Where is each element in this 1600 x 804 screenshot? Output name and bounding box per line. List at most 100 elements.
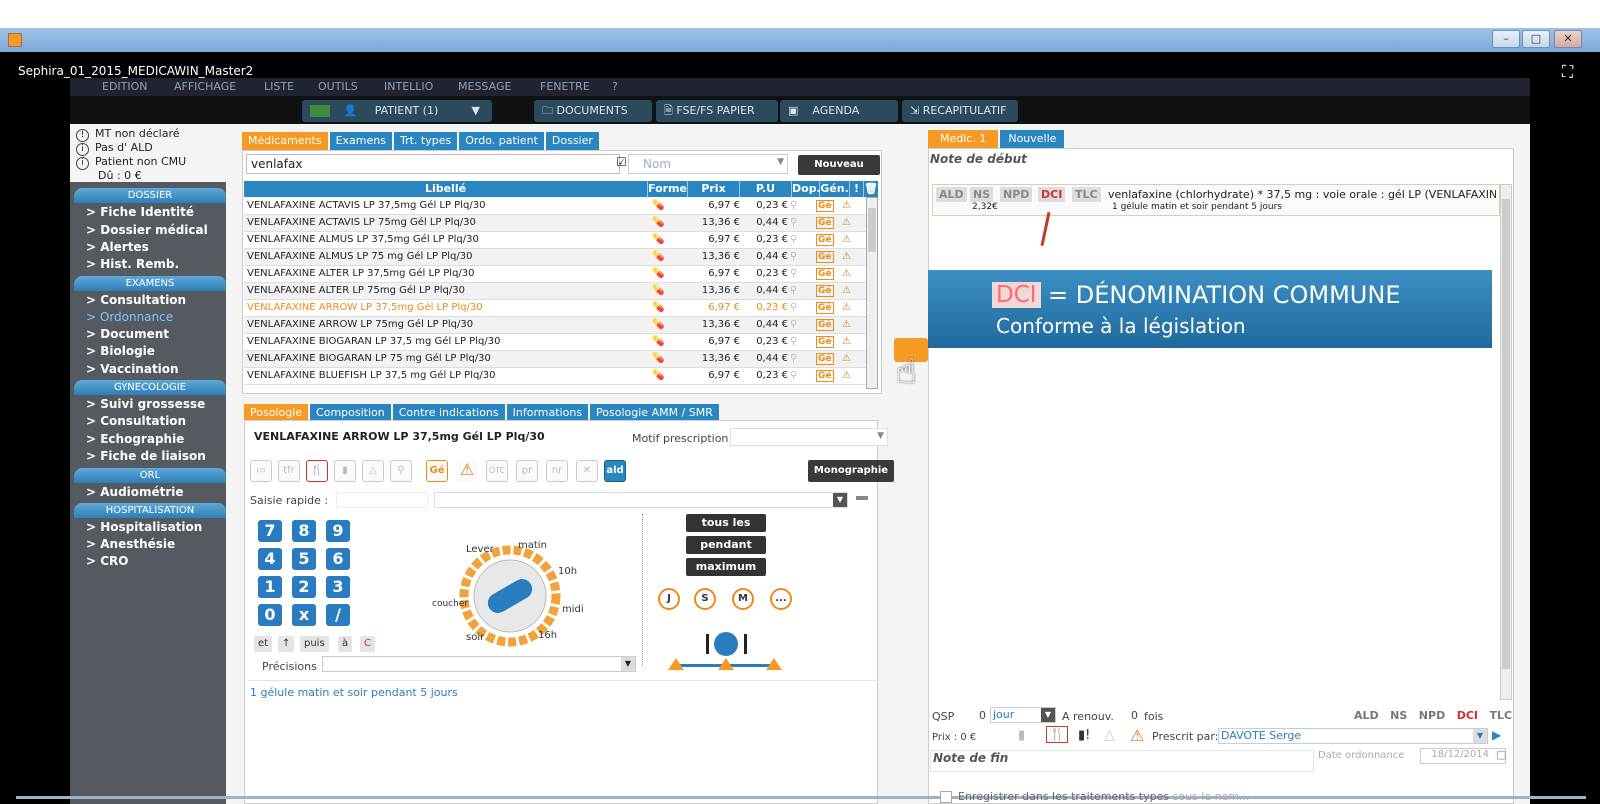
menu-help[interactable]: ? (612, 80, 618, 93)
tab-trt-types[interactable]: Trt. types (393, 132, 458, 150)
key-2[interactable]: 2 (292, 576, 316, 598)
minimize-button[interactable]: – (1492, 30, 1520, 48)
key-3[interactable]: 3 (326, 576, 350, 598)
table-row[interactable]: VENLAFAXINE ALTER LP 75mg Gél LP Plq/30 💊… (244, 283, 866, 300)
key-up[interactable]: ↑ (278, 636, 295, 652)
ald-icon[interactable]: ald (604, 460, 626, 482)
prescrit-select[interactable]: DAVOTE Serge ▼ (1218, 728, 1488, 744)
col-gen[interactable]: Gén. (820, 181, 850, 197)
calendar-icon[interactable]: ▢ (1496, 748, 1506, 761)
key-4[interactable]: 4 (258, 548, 282, 570)
col-pu[interactable]: P.U (740, 181, 792, 197)
meal-slider[interactable] (668, 628, 784, 678)
tab-nouvelle[interactable]: Nouvelle (1000, 130, 1065, 148)
col-alert[interactable]: ! (850, 181, 864, 197)
key-clear[interactable]: C (360, 636, 375, 652)
sidebar-item-consultation[interactable]: > Consultation (86, 293, 186, 307)
key-puis[interactable]: puis (300, 636, 329, 652)
video-progress-bar[interactable] (16, 796, 1586, 799)
key-divide[interactable]: / (326, 604, 350, 626)
scroll-thumb[interactable] (1502, 199, 1510, 669)
ordonnance-scrollbar[interactable] (1500, 184, 1512, 700)
motif-select[interactable]: ▼ (730, 428, 888, 446)
tab-dossier[interactable]: Dossier (545, 132, 599, 150)
fullscreen-icon[interactable]: ⛶ (1562, 62, 1573, 82)
sidebar-item-alertes[interactable]: > Alertes (86, 240, 149, 254)
key-0[interactable]: 0 (258, 604, 282, 626)
table-row[interactable]: VENLAFAXINE ACTAVIS LP 37,5mg Gél LP Plq… (244, 198, 866, 215)
key-9[interactable]: 9 (326, 520, 350, 542)
minus-icon[interactable] (856, 496, 868, 500)
table-row[interactable]: VENLAFAXINE ARROW LP 75mg Gél LP Plq/30 💊… (244, 317, 866, 334)
sidebar-item-vaccination[interactable]: > Vaccination (86, 362, 179, 376)
table-row[interactable]: VENLAFAXINE ALTER LP 37,5mg Gél LP Plq/3… (244, 266, 866, 283)
sidebar-item-audiometrie[interactable]: > Audiométrie (86, 485, 184, 499)
search-input[interactable]: venlafax (246, 154, 620, 174)
save-template[interactable]: Enregistrer dans les traitements types s… (958, 790, 1250, 803)
monographie-button[interactable]: Monographie (808, 460, 894, 482)
fse-button[interactable]: 🗎 FSE/FS PAPIER (656, 100, 778, 122)
key-a[interactable]: à (338, 636, 353, 652)
menu-intellio[interactable]: INTELLIO (384, 80, 433, 93)
sidebar-item-fiche-identite[interactable]: > Fiche Identité (86, 205, 194, 219)
footer-tag-dci[interactable]: DCI (1457, 709, 1478, 722)
trash-icon[interactable]: 🗑 (864, 181, 878, 197)
tous-les-button[interactable]: tous les (686, 514, 766, 532)
doping-icon[interactable]: ⚲ (390, 460, 412, 482)
sidebar-item-document[interactable]: > Document (86, 327, 169, 341)
patient-selector[interactable]: 👤 PATIENT (1) ▼ (302, 100, 492, 122)
footer-tag-tlc[interactable]: TLC (1490, 709, 1513, 722)
clock-mois[interactable]: M (732, 588, 754, 610)
clock-more[interactable]: ... (770, 588, 792, 610)
sidebar-item-cro[interactable]: > CRO (86, 554, 128, 568)
generic-icon[interactable]: Gé (426, 460, 448, 482)
table-row[interactable]: VENLAFAXINE BIOGARAN LP 75 mg Gél LP Plq… (244, 351, 866, 368)
table-row[interactable]: VENLAFAXINE BLUEFISH LP 37,5 mg Gél LP P… (244, 368, 866, 385)
col-forme[interactable]: Forme (648, 181, 688, 197)
sidebar-item-hist-remb[interactable]: > Hist. Remb. (86, 257, 179, 271)
key-1[interactable]: 1 (258, 576, 282, 598)
fork-knife-icon[interactable]: 🍴 (306, 460, 328, 482)
nr-icon[interactable]: nr (546, 460, 568, 482)
recapitulatif-button[interactable]: ⇲ RECAPITULATIF (902, 100, 1018, 122)
sidebar-item-ordonnance[interactable]: > Ordonnance (86, 310, 173, 324)
col-libelle[interactable]: Libellé (244, 181, 648, 197)
sidebar-item-echographie[interactable]: > Echographie (86, 432, 184, 446)
warning-icon[interactable]: ⚠ (456, 460, 478, 482)
triangle-icon[interactable]: △ (362, 460, 384, 482)
menu-outils[interactable]: OUTILS (318, 80, 358, 93)
tab-examens[interactable]: Examens (329, 132, 392, 150)
qsp-value[interactable]: 0 (972, 709, 986, 722)
qsp-unit-select[interactable]: jour ▼ (990, 707, 1056, 723)
key-5[interactable]: 5 (292, 548, 316, 570)
nom-select[interactable]: ☑ Nom ▼ (616, 154, 788, 174)
pr-icon[interactable]: pr (516, 460, 538, 482)
checkbox-icon[interactable]: ☑ (616, 155, 627, 169)
key-et[interactable]: et (254, 636, 273, 652)
renouv-value[interactable]: 0 (1120, 709, 1138, 722)
sidebar-item-suivi-grossesse[interactable]: > Suivi grossesse (86, 397, 205, 411)
tab-ordo-patient[interactable]: Ordo. patient (459, 132, 544, 150)
nouveau-button[interactable]: Nouveau (798, 155, 880, 175)
documents-button[interactable]: 🗀 DOCUMENTS (534, 100, 652, 122)
sidebar-item-hospitalisation[interactable]: > Hospitalisation (86, 520, 202, 534)
note-debut[interactable]: Note de début (930, 152, 1027, 166)
col-dop[interactable]: Dop. (792, 181, 821, 197)
tag-dci[interactable]: DCI (1038, 187, 1066, 202)
table-row[interactable]: VENLAFAXINE BIOGARAN LP 37,5 mg Gél LP P… (244, 334, 866, 351)
table-row[interactable]: VENLAFAXINE ACTAVIS LP 75mg Gél LP Plq/3… (244, 215, 866, 232)
maximize-button[interactable]: □ (1522, 30, 1550, 48)
sidebar-item-consultation-gyn[interactable]: > Consultation (86, 414, 186, 428)
table-row-selected[interactable]: VENLAFAXINE ARROW LP 37,5mg Gél LP Plq/3… (244, 300, 866, 317)
close-button[interactable]: ✕ (1554, 30, 1582, 48)
tag-ald[interactable]: ALD (936, 187, 967, 202)
menu-affichage[interactable]: AFFICHAGE (174, 80, 236, 93)
sidebar-item-biologie[interactable]: > Biologie (86, 344, 155, 358)
fork-knife-icon[interactable]: 🍴 (1046, 726, 1069, 743)
saisie-select[interactable]: ▼ (434, 492, 848, 508)
saisie-input[interactable] (336, 492, 428, 508)
tag-ns[interactable]: NS (970, 187, 994, 202)
date-input[interactable]: 18/12/2014 (1420, 748, 1506, 764)
key-7[interactable]: 7 (258, 520, 282, 542)
save-checkbox[interactable] (940, 791, 952, 803)
